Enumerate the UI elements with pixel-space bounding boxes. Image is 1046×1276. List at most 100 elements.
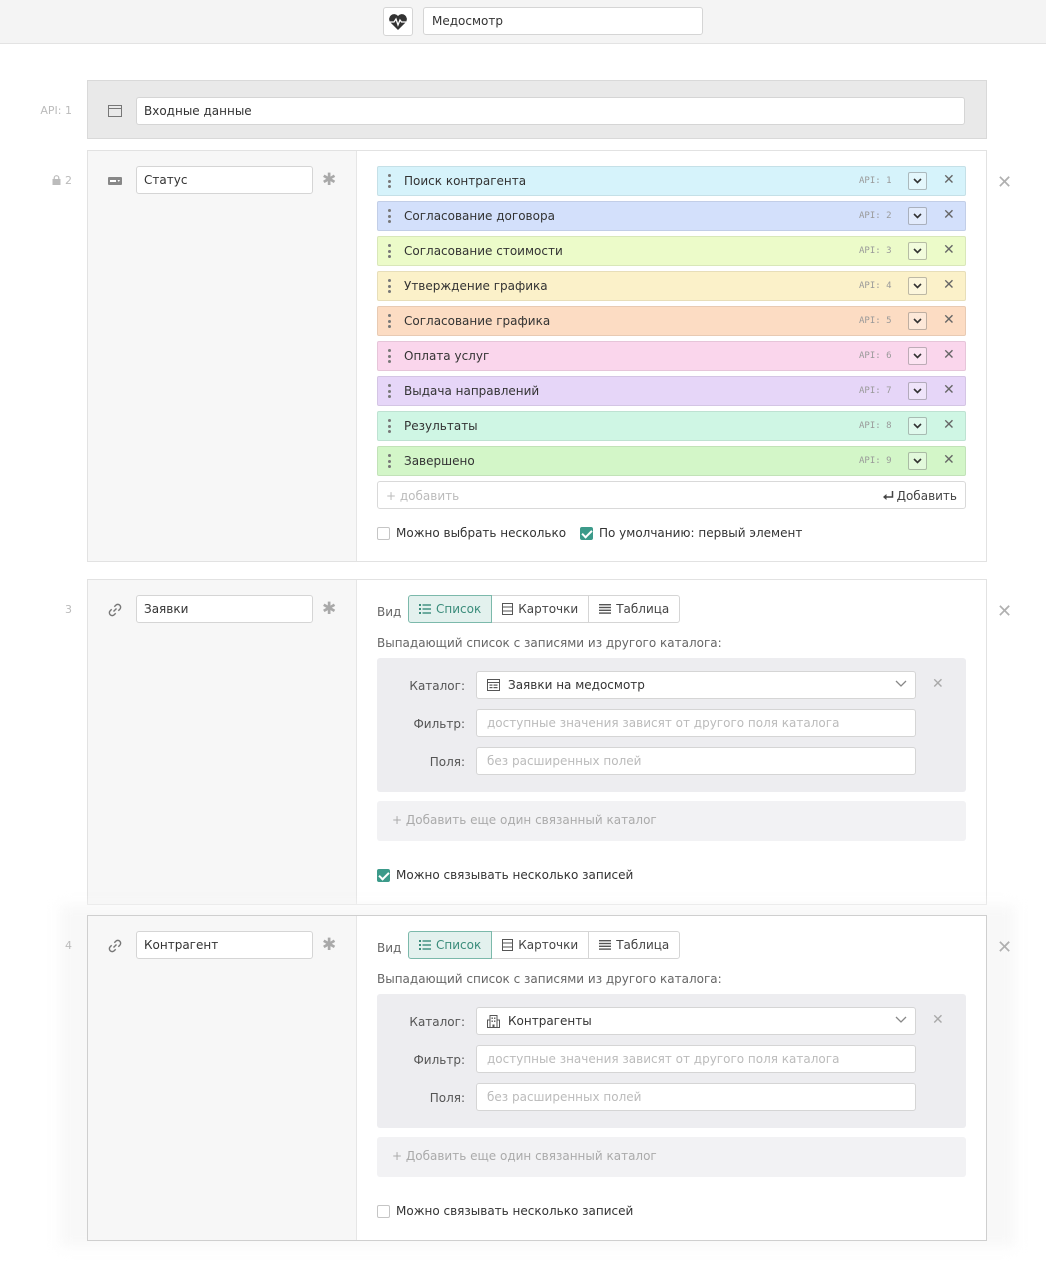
catalog-select[interactable]: Заявки на медосмотр (476, 671, 916, 699)
status-item-api: API: 3 (859, 246, 892, 256)
remove-status-button[interactable]: ✕ (943, 172, 955, 188)
remove-status-button[interactable]: ✕ (943, 382, 955, 398)
dropdown-field-icon (107, 173, 123, 189)
drag-handle-icon[interactable] (387, 279, 391, 293)
color-dropdown-button[interactable] (908, 172, 927, 190)
view-list-option[interactable]: Список (408, 931, 493, 959)
enter-icon (882, 491, 893, 500)
filter-label: Фильтр: (413, 717, 465, 731)
status-item-api: API: 2 (859, 211, 892, 221)
status-item[interactable]: Утверждение графика API: 4 ✕ (377, 271, 966, 301)
status-item[interactable]: Завершено API: 9 ✕ (377, 446, 966, 476)
view-list-option[interactable]: Список (408, 595, 493, 623)
status-item[interactable]: Оплата услуг API: 6 ✕ (377, 341, 966, 371)
field-api-label: 3 (65, 603, 72, 616)
status-item-api: API: 4 (859, 281, 892, 291)
color-dropdown-button[interactable] (908, 277, 927, 295)
filter-label: Фильтр: (413, 1053, 465, 1067)
multi-link-label: Можно связывать несколько записей (396, 868, 634, 882)
catalog-label: Каталог: (409, 679, 465, 693)
fields-input[interactable]: без расширенных полей (476, 747, 916, 775)
remove-catalog-button[interactable]: ✕ (932, 1012, 944, 1028)
drag-handle-icon[interactable] (387, 209, 391, 223)
required-star-icon[interactable]: ✱ (322, 599, 336, 619)
field-left-column: ✱ (88, 151, 357, 561)
remove-status-button[interactable]: ✕ (943, 452, 955, 468)
view-cards-label: Карточки (518, 602, 579, 616)
drag-handle-icon[interactable] (387, 314, 391, 328)
multi-select-checkbox[interactable] (377, 527, 390, 540)
section-name-input[interactable] (136, 97, 965, 125)
view-cards-option[interactable]: Карточки (491, 595, 590, 623)
color-dropdown-button[interactable] (908, 207, 927, 225)
default-first-checkbox[interactable] (580, 527, 593, 540)
remove-status-button[interactable]: ✕ (943, 207, 955, 223)
color-dropdown-button[interactable] (908, 242, 927, 260)
view-switcher: Список Карточки Таблица (408, 595, 681, 623)
remove-status-button[interactable]: ✕ (943, 347, 955, 363)
drag-handle-icon[interactable] (387, 384, 391, 398)
status-item[interactable]: Согласование договора API: 2 ✕ (377, 201, 966, 231)
add-status-button[interactable]: Добавить (882, 489, 957, 503)
remove-field-button[interactable]: ✕ (997, 939, 1012, 957)
app-icon-button[interactable] (383, 7, 413, 36)
field-name-input[interactable] (136, 931, 313, 959)
field-left-column: ✱ (88, 916, 357, 1240)
link-description: Выпадающий список с записями из другого … (377, 636, 722, 650)
remove-catalog-button[interactable]: ✕ (932, 676, 944, 692)
link-icon (107, 938, 123, 954)
color-dropdown-button[interactable] (908, 347, 927, 365)
remove-status-button[interactable]: ✕ (943, 312, 955, 328)
color-dropdown-button[interactable] (908, 452, 927, 470)
view-switcher: Список Карточки Таблица (408, 931, 681, 959)
multi-link-checkbox[interactable] (377, 1205, 390, 1218)
view-table-option[interactable]: Таблица (588, 595, 681, 623)
catalog-select[interactable]: Контрагенты (476, 1007, 916, 1035)
add-linked-catalog-button[interactable]: + Добавить еще один связанный каталог (377, 1137, 966, 1177)
chevron-down-icon (913, 388, 922, 394)
required-star-icon[interactable]: ✱ (322, 170, 336, 190)
status-item[interactable]: Поиск контрагента API: 1 ✕ (377, 166, 966, 196)
drag-handle-icon[interactable] (387, 419, 391, 433)
chevron-down-icon (913, 353, 922, 359)
remove-status-button[interactable]: ✕ (943, 417, 955, 433)
status-item[interactable]: Выдача направлений API: 7 ✕ (377, 376, 966, 406)
status-item[interactable]: Согласование графика API: 5 ✕ (377, 306, 966, 336)
remove-field-button[interactable]: ✕ (997, 603, 1012, 621)
add-linked-catalog-button[interactable]: + Добавить еще один связанный каталог (377, 801, 966, 841)
add-status-input[interactable]: + добавить Добавить (377, 481, 966, 509)
chevron-down-icon (913, 458, 922, 464)
drag-handle-icon[interactable] (387, 244, 391, 258)
field-api-label: 2 (40, 174, 72, 187)
remove-status-button[interactable]: ✕ (943, 277, 955, 293)
multi-link-checkbox[interactable] (377, 869, 390, 882)
catalog-title-input[interactable] (423, 7, 703, 35)
drag-handle-icon[interactable] (387, 454, 391, 468)
drag-handle-icon[interactable] (387, 349, 391, 363)
chevron-down-icon (895, 1016, 907, 1023)
remove-field-button[interactable]: ✕ (997, 174, 1012, 192)
filter-input[interactable]: доступные значения зависят от другого по… (476, 1045, 916, 1073)
filter-input[interactable]: доступные значения зависят от другого по… (476, 709, 916, 737)
drag-handle-icon[interactable] (387, 174, 391, 188)
view-cards-option[interactable]: Карточки (491, 931, 590, 959)
catalog-label: Каталог: (409, 1015, 465, 1029)
add-status-button-label: Добавить (896, 489, 957, 503)
required-star-icon[interactable]: ✱ (322, 935, 336, 955)
fields-input[interactable]: без расширенных полей (476, 1083, 916, 1111)
color-dropdown-button[interactable] (908, 417, 927, 435)
status-item-label: Оплата услуг (404, 349, 490, 363)
field-name-input[interactable] (136, 595, 313, 623)
status-item[interactable]: Результаты API: 8 ✕ (377, 411, 966, 441)
color-dropdown-button[interactable] (908, 312, 927, 330)
remove-status-button[interactable]: ✕ (943, 242, 955, 258)
field-name-input[interactable] (136, 166, 313, 194)
status-item[interactable]: Согласование стоимости API: 3 ✕ (377, 236, 966, 266)
chevron-down-icon (913, 318, 922, 324)
color-dropdown-button[interactable] (908, 382, 927, 400)
field-api-label: API: 1 (40, 104, 72, 117)
view-table-option[interactable]: Таблица (588, 931, 681, 959)
chevron-down-icon (913, 423, 922, 429)
link-description: Выпадающий список с записями из другого … (377, 972, 722, 986)
chevron-down-icon (913, 283, 922, 289)
